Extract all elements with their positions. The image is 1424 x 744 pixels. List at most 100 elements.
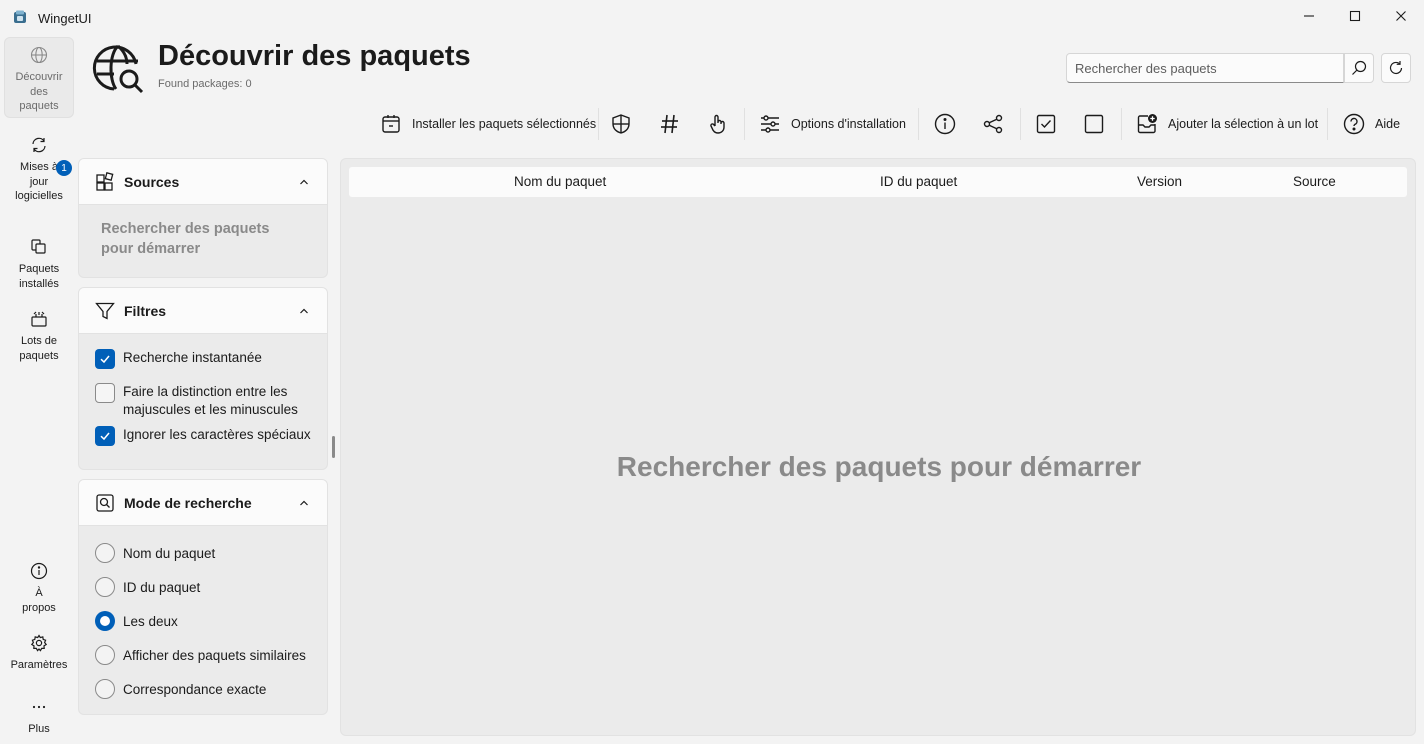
column-header-id[interactable]: ID du paquet <box>880 174 957 189</box>
gear-icon <box>30 634 48 652</box>
select-all-button[interactable] <box>1035 108 1057 140</box>
toolbar-separator <box>918 108 919 140</box>
checkbox-checked-icon[interactable] <box>95 349 115 369</box>
sources-title: Sources <box>124 173 180 190</box>
search-input[interactable] <box>1066 53 1344 83</box>
checkbox-checked-icon <box>1035 113 1057 135</box>
sources-icon <box>95 171 115 192</box>
search-mode-header[interactable]: Mode de recherche <box>79 480 327 526</box>
install-icon <box>380 113 402 135</box>
title-bar: WingetUI <box>0 0 1424 36</box>
discover-globe-icon <box>92 42 144 94</box>
interactive-install-button[interactable] <box>707 108 729 140</box>
share-button[interactable] <box>982 108 1004 140</box>
nav-item-installed[interactable]: Paquets installés <box>4 230 74 292</box>
install-selected-label: Installer les paquets sélectionnés <box>412 117 597 131</box>
nav-item-label: Lots de paquets <box>19 335 59 362</box>
case-sensitive-checkbox[interactable]: Faire la distinction entre les majuscule… <box>95 383 313 419</box>
checkbox-empty-icon <box>1083 113 1105 135</box>
search-button[interactable] <box>1344 53 1374 83</box>
search-mode-similar-radio[interactable]: Afficher des paquets similaires <box>95 645 306 665</box>
page-title: Découvrir des paquets <box>158 40 471 72</box>
minimize-button[interactable] <box>1286 0 1332 32</box>
search-mode-name-radio[interactable]: Nom du paquet <box>95 543 215 563</box>
ignore-special-chars-checkbox[interactable]: Ignorer les caractères spéciaux <box>95 426 313 446</box>
nav-item-about[interactable]: À propos <box>4 554 74 614</box>
chevron-up-icon[interactable] <box>299 498 309 508</box>
filter-icon <box>95 301 115 321</box>
nav-item-bundles[interactable]: Lots de paquets <box>4 302 74 378</box>
radio-unselected-icon[interactable] <box>95 543 115 563</box>
reload-button[interactable] <box>1381 53 1411 83</box>
touch-icon <box>707 113 729 135</box>
bundle-icon <box>30 310 48 328</box>
filters-header[interactable]: Filtres <box>79 288 327 334</box>
window-title: WingetUI <box>38 11 92 26</box>
navigation-pane: Découvrir des paquets Mises à jour logic… <box>0 36 78 744</box>
radio-selected-icon[interactable] <box>95 611 115 631</box>
column-header-name[interactable]: Nom du paquet <box>514 174 606 189</box>
installation-options-button[interactable]: Options d'installation <box>759 108 906 140</box>
add-bundle-icon <box>1136 113 1158 135</box>
nav-item-label: Plus <box>28 723 50 735</box>
search-mode-both-radio[interactable]: Les deux <box>95 611 178 631</box>
chevron-up-icon[interactable] <box>299 177 309 187</box>
filters-title: Filtres <box>124 302 167 319</box>
toolbar-separator <box>744 108 745 140</box>
package-details-button[interactable] <box>934 108 956 140</box>
radio-label: Les deux <box>123 613 178 629</box>
help-label: Aide <box>1375 117 1401 131</box>
radio-label: Correspondance exacte <box>123 681 267 697</box>
instant-search-checkbox[interactable]: Recherche instantanée <box>95 349 313 369</box>
search-mode-panel: Mode de recherche Nom du paquet ID du pa… <box>78 479 328 715</box>
column-header-source[interactable]: Source <box>1293 174 1336 189</box>
installation-options-label: Options d'installation <box>791 117 906 131</box>
administrator-button[interactable] <box>610 108 632 140</box>
search-mode-exact-radio[interactable]: Correspondance exacte <box>95 679 266 699</box>
nav-item-settings[interactable]: Paramètres <box>4 626 74 672</box>
found-packages-count: Found packages: 0 <box>158 78 252 90</box>
nav-item-discover[interactable]: Découvrir des paquets <box>4 37 74 118</box>
radio-unselected-icon[interactable] <box>95 645 115 665</box>
sources-empty-text: Rechercher des paquets pour démarrer <box>101 221 270 257</box>
install-selected-button[interactable]: Installer les paquets sélectionnés <box>380 108 596 140</box>
checkbox-checked-icon[interactable] <box>95 426 115 446</box>
empty-list-message: Rechercher des paquets pour démarrer <box>616 451 1142 482</box>
add-to-bundle-button[interactable]: Ajouter la sélection à un lot <box>1136 108 1318 140</box>
nav-item-label: Paquets installés <box>18 263 60 290</box>
app-logo-icon <box>13 10 27 24</box>
maximize-button[interactable] <box>1332 0 1378 32</box>
nav-item-more[interactable]: Plus <box>4 690 74 735</box>
search-mode-id-radio[interactable]: ID du paquet <box>95 577 200 597</box>
chevron-up-icon[interactable] <box>299 306 309 316</box>
reload-icon <box>1388 60 1404 76</box>
toolbar-separator <box>1327 108 1328 140</box>
info-icon <box>30 562 48 580</box>
info-icon <box>934 113 956 135</box>
sliders-icon <box>759 113 781 135</box>
version-button[interactable] <box>659 108 681 140</box>
radio-label: Afficher des paquets similaires <box>123 647 306 663</box>
search-icon <box>1351 60 1367 76</box>
checkbox-unchecked-icon[interactable] <box>95 383 115 403</box>
share-icon <box>982 113 1004 135</box>
panel-resize-handle[interactable] <box>332 436 335 458</box>
close-button[interactable] <box>1378 0 1424 32</box>
checkbox-label: Faire la distinction entre les majuscule… <box>123 384 298 417</box>
radio-unselected-icon[interactable] <box>95 679 115 699</box>
radio-label: Nom du paquet <box>123 545 216 561</box>
clear-selection-button[interactable] <box>1083 108 1105 140</box>
radio-unselected-icon[interactable] <box>95 577 115 597</box>
help-button[interactable]: Aide <box>1343 108 1400 140</box>
column-header-version[interactable]: Version <box>1137 174 1182 189</box>
sources-header[interactable]: Sources <box>79 159 327 205</box>
shield-icon <box>610 113 632 135</box>
nav-item-label: Découvrir des paquets <box>15 71 63 112</box>
globe-icon <box>30 46 48 64</box>
checkbox-label: Ignorer les caractères spéciaux <box>123 427 311 442</box>
nav-item-label: À propos <box>22 587 56 614</box>
search-mode-title: Mode de recherche <box>124 494 252 511</box>
package-list: Nom du paquet ID du paquet Version Sourc… <box>340 158 1416 736</box>
sync-icon <box>30 136 48 154</box>
add-to-bundle-label: Ajouter la sélection à un lot <box>1168 117 1319 131</box>
